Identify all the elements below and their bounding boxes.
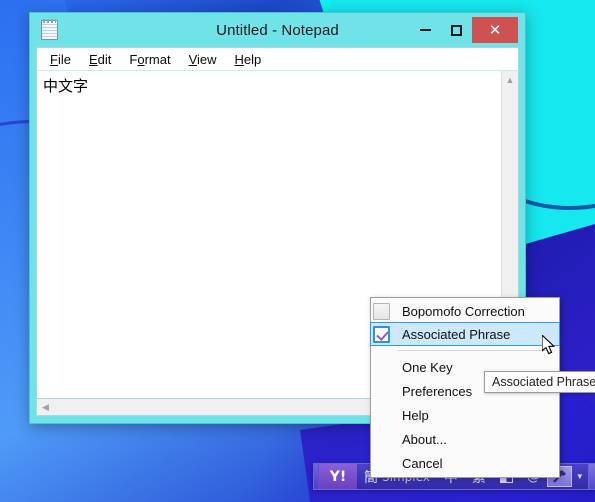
window-controls[interactable]: ✕ xyxy=(410,13,519,47)
menu-item-help[interactable]: Help xyxy=(371,403,559,427)
menu-item-help[interactable]: Help xyxy=(228,50,269,69)
ime-tools-dropdown-arrow-icon[interactable]: ▼ xyxy=(572,464,588,489)
checkbox-unchecked-icon[interactable] xyxy=(373,302,390,320)
menu-item-file[interactable]: File xyxy=(43,50,78,69)
menu-item-view[interactable]: View xyxy=(182,50,224,69)
menu-label: Help xyxy=(402,407,429,423)
scroll-up-icon[interactable]: ▲ xyxy=(502,71,518,88)
scroll-left-icon[interactable]: ◀ xyxy=(37,399,54,415)
menu-item-associated-phrase[interactable]: Associated Phrase xyxy=(370,322,560,346)
minimize-button[interactable] xyxy=(410,17,441,43)
notepad-icon xyxy=(41,19,58,40)
menu-item-cancel[interactable]: Cancel xyxy=(371,451,559,475)
menu-item-about[interactable]: About... xyxy=(371,427,559,451)
title-bar[interactable]: Untitled - Notepad ✕ xyxy=(36,13,519,47)
maximize-icon xyxy=(451,24,462,36)
menu-separator xyxy=(397,350,551,351)
menu-label: Cancel xyxy=(402,455,443,471)
yahoo-logo-icon[interactable]: Y! xyxy=(319,464,357,489)
menu-item-bopomofo-correction[interactable]: Bopomofo Correction xyxy=(371,300,559,322)
menu-item-format[interactable]: Format xyxy=(122,50,177,69)
menu-label: About... xyxy=(402,431,447,447)
maximize-button[interactable] xyxy=(441,17,472,43)
menu-label: Associated Phrase xyxy=(402,326,511,342)
minimize-icon xyxy=(420,29,431,31)
ime-right-edge xyxy=(587,464,595,489)
menu-item-edit[interactable]: Edit xyxy=(82,50,118,69)
tooltip: Associated Phrase xyxy=(484,371,595,393)
close-button[interactable]: ✕ xyxy=(472,17,518,43)
menu-label: Bopomofo Correction xyxy=(402,303,525,319)
checkbox-checked-icon[interactable] xyxy=(373,325,390,343)
menu-label: Preferences xyxy=(402,383,473,399)
menu-bar[interactable]: File Edit Format View Help xyxy=(36,47,519,70)
menu-label: One Key xyxy=(402,359,453,375)
close-icon: ✕ xyxy=(488,22,502,39)
